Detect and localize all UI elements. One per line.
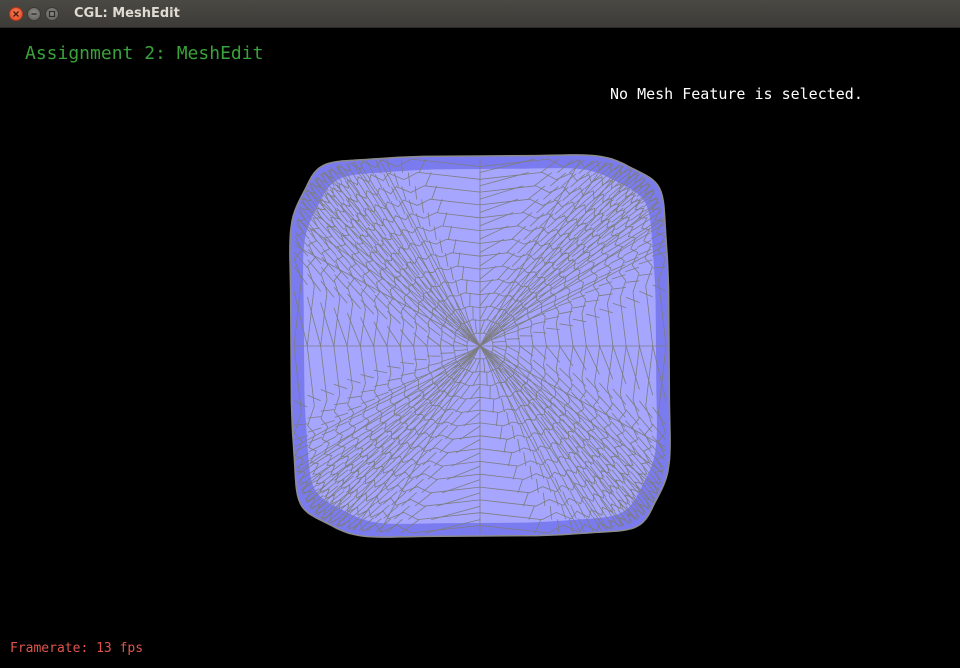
framerate-readout: Framerate: 13 fps	[10, 641, 144, 656]
selection-status: No Mesh Feature is selected.	[610, 85, 863, 103]
window-title: CGL: MeshEdit	[74, 6, 180, 21]
mesh-wireframe	[293, 158, 667, 534]
close-icon[interactable]	[9, 7, 23, 21]
render-viewport[interactable]: Assignment 2: MeshEdit No Mesh Feature i…	[0, 28, 960, 668]
app-window: CGL: MeshEdit Assignment 2: MeshEdit No …	[0, 0, 960, 668]
mesh-render[interactable]	[0, 28, 960, 668]
title-bar[interactable]: CGL: MeshEdit	[0, 0, 960, 28]
assignment-heading: Assignment 2: MeshEdit	[25, 43, 264, 64]
maximize-icon[interactable]	[45, 7, 59, 21]
minimize-icon[interactable]	[27, 7, 41, 21]
